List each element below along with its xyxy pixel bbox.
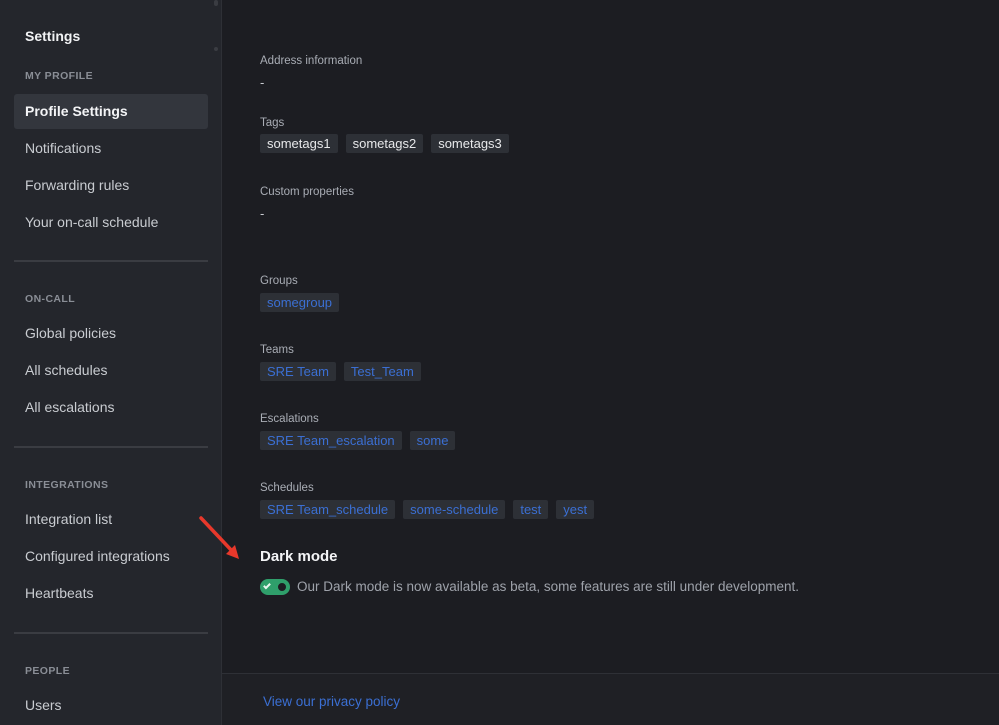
address-value: -: [260, 75, 265, 90]
address-label: Address information: [260, 55, 363, 67]
escalation-link[interactable]: SRE Team_escalation: [260, 431, 402, 450]
tag-chip: sometags2: [345, 134, 424, 153]
settings-sidebar: Settings MY PROFILE Profile Settings Not…: [0, 0, 222, 725]
tag-chip: sometags3: [431, 134, 509, 153]
groups-list: somegroup: [260, 293, 340, 312]
privacy-policy-link[interactable]: View our privacy policy: [263, 694, 400, 709]
escalations-list: SRE Team_escalation some: [260, 431, 456, 450]
section-integrations: INTEGRATIONS: [25, 479, 109, 491]
sidebar-item-notifications[interactable]: Notifications: [14, 131, 208, 166]
sidebar-item-users[interactable]: Users: [14, 688, 208, 723]
team-link[interactable]: Test_Team: [343, 362, 421, 381]
schedules-list: SRE Team_schedule some-schedule test yes…: [260, 500, 595, 519]
dark-mode-toggle[interactable]: [260, 579, 290, 595]
custom-properties-value: -: [260, 206, 265, 221]
sidebar-item-integration-list[interactable]: Integration list: [14, 502, 208, 537]
sidebar-item-heartbeats[interactable]: Heartbeats: [14, 576, 208, 611]
sidebar-item-forwarding-rules[interactable]: Forwarding rules: [14, 168, 208, 203]
dark-mode-description: Our Dark mode is now available as beta, …: [297, 579, 800, 594]
group-link[interactable]: somegroup: [260, 293, 340, 312]
section-people: PEOPLE: [25, 665, 70, 677]
sidebar-title: Settings: [25, 28, 81, 44]
section-on-call: ON-CALL: [25, 293, 76, 305]
schedule-link[interactable]: test: [513, 500, 549, 519]
groups-label: Groups: [260, 275, 298, 287]
page-footer: View our privacy policy: [222, 673, 999, 725]
sidebar-divider: [14, 260, 208, 262]
toggle-knob: [276, 581, 288, 593]
sidebar-item-global-policies[interactable]: Global policies: [14, 316, 208, 351]
schedules-label: Schedules: [260, 482, 314, 494]
teams-list: SRE Team Test_Team: [260, 362, 421, 381]
team-link[interactable]: SRE Team: [260, 362, 336, 381]
teams-label: Teams: [260, 344, 294, 356]
tags-list: sometags1 sometags2 sometags3: [260, 134, 509, 153]
sidebar-divider: [14, 446, 208, 448]
check-icon: [263, 581, 271, 590]
profile-main-panel: Address information - Tags sometags1 som…: [222, 0, 999, 725]
sidebar-item-all-schedules[interactable]: All schedules: [14, 353, 208, 388]
sidebar-scrollbar-bottom[interactable]: [214, 47, 218, 51]
escalation-link[interactable]: some: [409, 431, 456, 450]
sidebar-divider: [14, 632, 208, 634]
sidebar-item-configured-integrations[interactable]: Configured integrations: [14, 539, 208, 574]
sidebar-item-all-escalations[interactable]: All escalations: [14, 390, 208, 425]
sidebar-item-on-call-schedule[interactable]: Your on-call schedule: [14, 205, 208, 240]
tag-chip: sometags1: [260, 134, 338, 153]
dark-mode-heading: Dark mode: [260, 548, 338, 565]
schedule-link[interactable]: SRE Team_schedule: [260, 500, 396, 519]
sidebar-scrollbar-top[interactable]: [214, 0, 218, 6]
schedule-link[interactable]: some-schedule: [403, 500, 506, 519]
section-my-profile: MY PROFILE: [25, 70, 93, 82]
annotation-arrow-icon: [199, 516, 239, 559]
tags-label: Tags: [260, 117, 285, 129]
schedule-link[interactable]: yest: [556, 500, 595, 519]
custom-properties-label: Custom properties: [260, 186, 354, 198]
escalations-label: Escalations: [260, 413, 319, 425]
sidebar-item-profile-settings[interactable]: Profile Settings: [14, 94, 208, 129]
